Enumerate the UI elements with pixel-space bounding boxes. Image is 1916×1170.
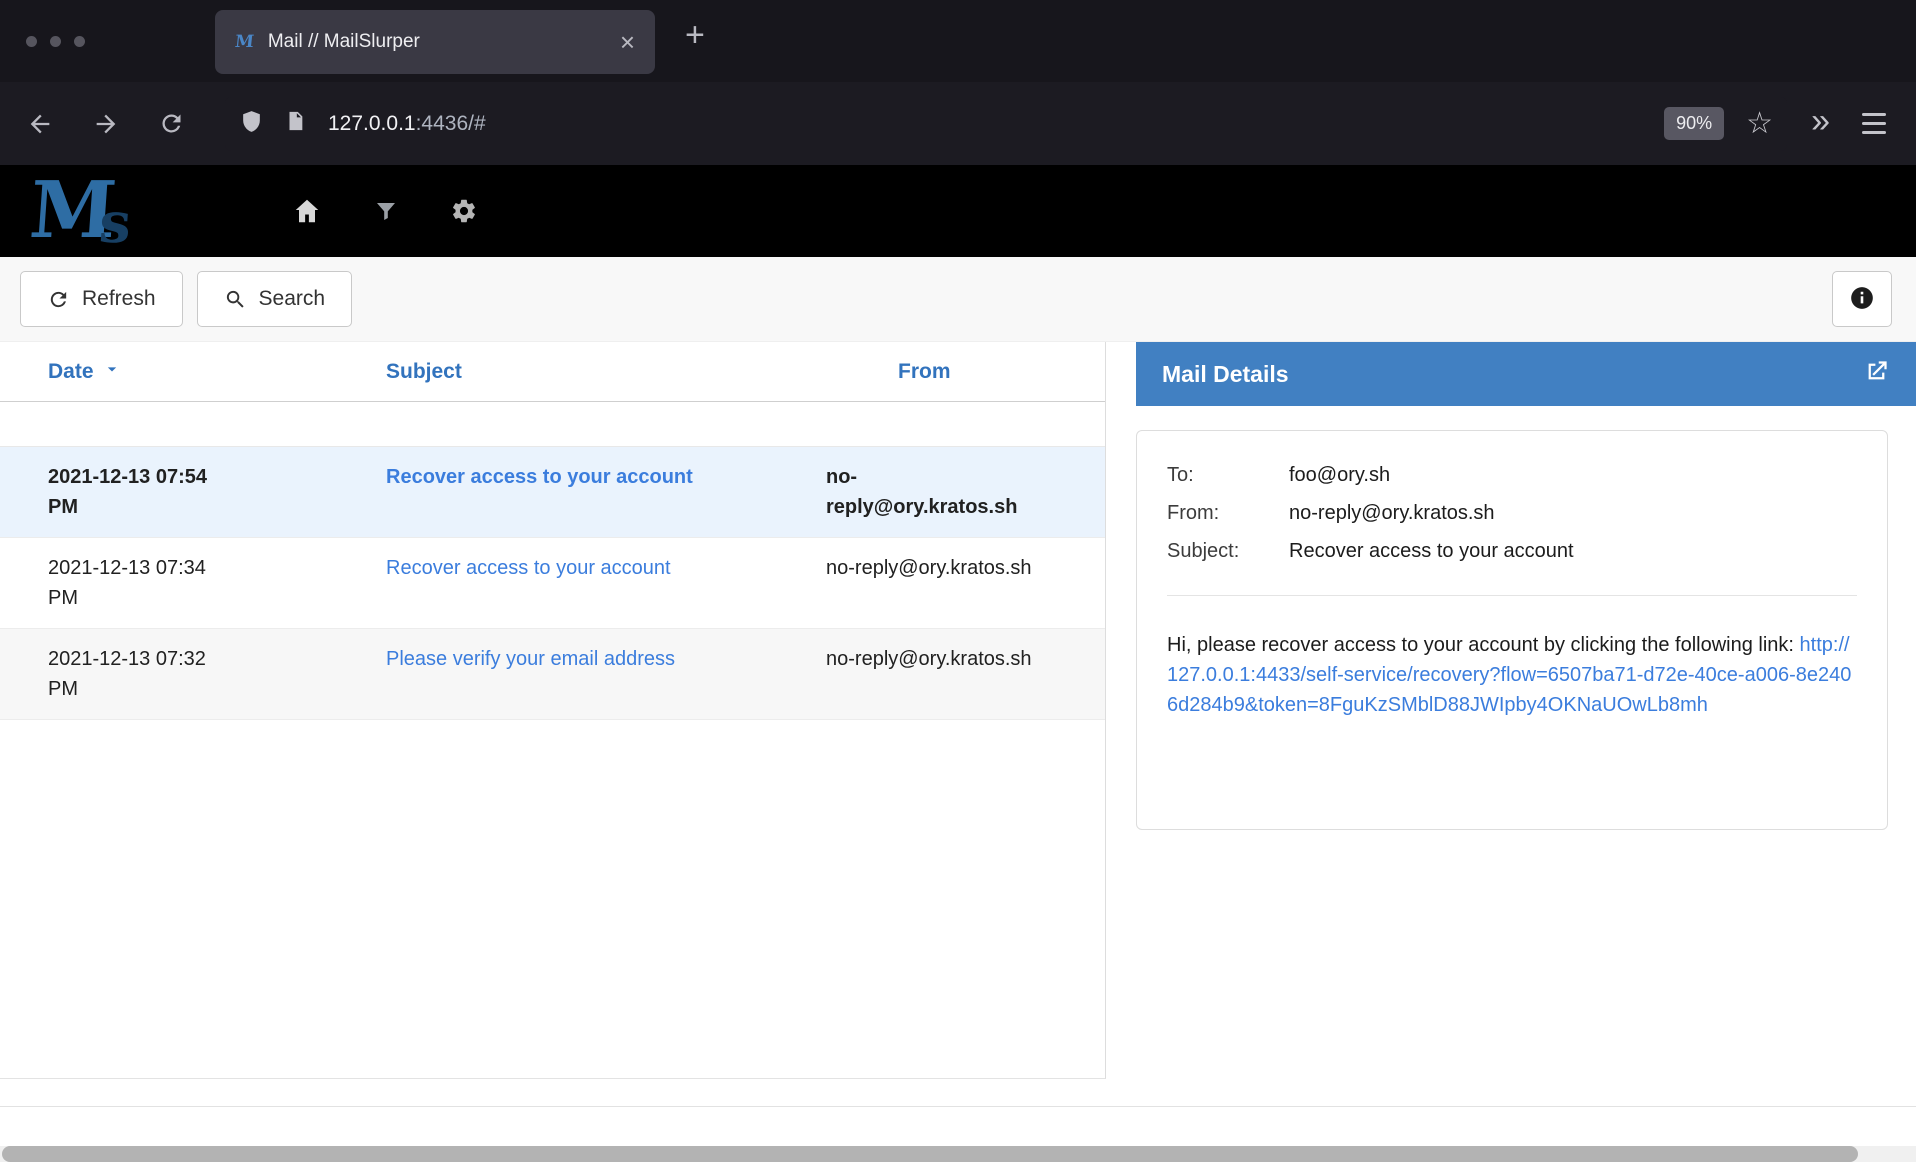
column-header-from[interactable]: From [800,360,1105,384]
info-icon [1849,285,1875,314]
tab-strip: M Mail // MailSlurper × + [0,0,1916,82]
detail-from-label: From: [1167,499,1289,527]
url-bar[interactable]: 127.0.0.1:4436/# 90% ☆ [225,97,1787,151]
mail-row[interactable]: 2021-12-13 07:34 PM Recover access to yo… [0,538,1105,629]
mail-subject-link[interactable]: Recover access to your account [386,466,693,488]
window-controls[interactable] [26,36,176,47]
details-divider [1167,595,1857,596]
search-icon [224,288,247,311]
bottom-divider [0,1106,1916,1107]
column-header-date-label: Date [48,360,94,384]
mail-list-panel: Date Subject From 2021-12-13 07:54 PM Re… [0,342,1106,1079]
mail-row-from: no-reply@ory.kratos.sh [800,462,1105,522]
scrollbar-thumb[interactable] [2,1146,1858,1162]
detail-subject-label: Subject: [1167,537,1289,565]
browser-window: M Mail // MailSlurper × + [0,0,1916,1170]
refresh-icon [47,288,70,311]
horizontal-scrollbar[interactable] [0,1146,1916,1162]
mailslurper-header: M s [0,165,1916,257]
new-tab-button[interactable]: + [685,18,705,52]
detail-from-value: no-reply@ory.kratos.sh [1289,499,1857,527]
tab-close-icon[interactable]: × [620,29,635,55]
refresh-button[interactable]: Refresh [20,271,183,327]
url-host: 127.0.0.1 [328,112,416,135]
window-control-dot[interactable] [26,36,37,47]
mail-body: Hi, please recover access to your accoun… [1167,630,1857,720]
bookmark-star-icon[interactable]: ☆ [1746,109,1773,139]
mail-rows: 2021-12-13 07:54 PM Recover access to yo… [0,446,1105,720]
browser-tab[interactable]: M Mail // MailSlurper × [215,10,655,74]
mail-subject-link[interactable]: Recover access to your account [386,557,671,579]
column-header-subject[interactable]: Subject [280,360,800,384]
browser-navbar: 127.0.0.1:4436/# 90% ☆ » [0,82,1916,165]
menu-icon[interactable] [1862,113,1886,134]
window-control-dot[interactable] [50,36,61,47]
overflow-chevrons-icon[interactable]: » [1811,104,1830,138]
info-button[interactable] [1832,271,1892,327]
detail-to-label: To: [1167,461,1289,489]
window-control-dot[interactable] [74,36,85,47]
forward-icon[interactable] [92,110,120,138]
search-button-label: Search [259,287,326,311]
site-favicon-icon: M [234,32,255,52]
filter-icon[interactable] [374,199,398,223]
logo-letter-s: s [98,198,133,248]
detail-to-value: foo@ory.sh [1289,461,1857,489]
zoom-indicator[interactable]: 90% [1664,107,1724,140]
mail-row[interactable]: 2021-12-13 07:32 PM Please verify your e… [0,629,1105,720]
mail-details-panel: Mail Details To: foo@ory.sh From: no-rep… [1136,342,1916,830]
detail-subject-value: Recover access to your account [1289,537,1857,565]
mail-details-card: To: foo@ory.sh From: no-reply@ory.kratos… [1136,430,1888,830]
search-button[interactable]: Search [197,271,353,327]
mail-row-date: 2021-12-13 07:54 PM [0,462,280,522]
home-icon[interactable] [292,196,322,226]
mail-row[interactable]: 2021-12-13 07:54 PM Recover access to yo… [0,447,1105,538]
mail-details-header: Mail Details [1136,342,1916,406]
mailslurper-logo[interactable]: M s [27,174,232,248]
mail-row-date: 2021-12-13 07:34 PM [0,553,280,613]
column-header-date[interactable]: Date [0,359,280,385]
page-info-icon[interactable] [284,108,306,139]
refresh-button-label: Refresh [82,287,156,311]
tab-title: Mail // MailSlurper [268,31,620,53]
url-text[interactable]: 127.0.0.1:4436/# [328,112,1664,136]
mail-row-from: no-reply@ory.kratos.sh [800,553,1105,583]
shield-icon[interactable] [239,108,264,140]
back-icon[interactable] [26,110,54,138]
action-toolbar: Refresh Search [0,257,1916,342]
settings-gear-icon[interactable] [450,197,478,225]
url-path: :4436/# [416,112,486,135]
mail-list-header: Date Subject From [0,342,1105,402]
reload-icon[interactable] [158,110,185,137]
mail-subject-link[interactable]: Please verify your email address [386,648,675,670]
open-external-icon[interactable] [1863,358,1890,390]
mail-details-title: Mail Details [1162,361,1863,388]
sort-chevron-down-icon [102,359,122,385]
mail-row-from: no-reply@ory.kratos.sh [800,644,1105,674]
main-content: Date Subject From 2021-12-13 07:54 PM Re… [0,342,1916,1170]
mail-row-date: 2021-12-13 07:32 PM [0,644,280,704]
mail-body-text: Hi, please recover access to your accoun… [1167,634,1800,656]
